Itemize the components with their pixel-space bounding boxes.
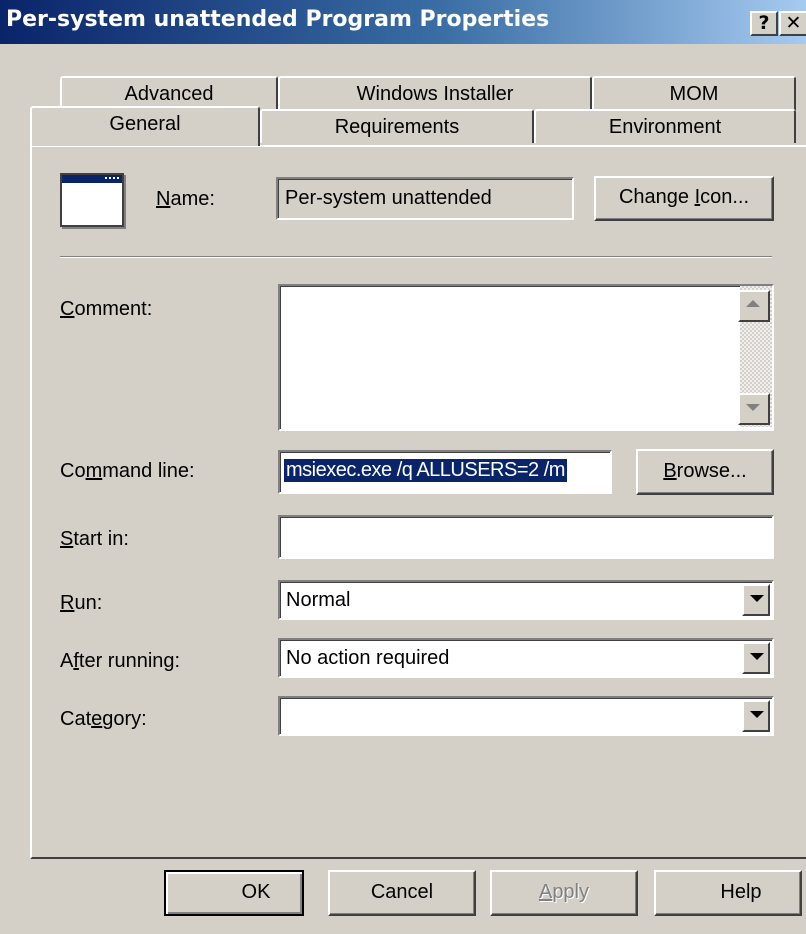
apply-button[interactable]: Apply xyxy=(490,870,638,916)
close-button[interactable]: ✕ xyxy=(779,11,806,36)
run-dropdown[interactable]: Normal xyxy=(278,580,774,620)
command-line-selection: msiexec.exe /q ALLUSERS=2 /m xyxy=(284,459,567,482)
browse-button[interactable]: Browse... xyxy=(636,449,774,495)
tab-environment[interactable]: Environment xyxy=(534,109,796,143)
name-field[interactable]: Per-system unattended xyxy=(276,177,574,220)
tab-general[interactable]: General xyxy=(30,106,260,146)
ok-button[interactable]: OK xyxy=(164,870,304,916)
name-label: Name: xyxy=(156,188,215,210)
tab-panel-general xyxy=(30,145,806,859)
comment-label: Comment: xyxy=(60,298,153,320)
scroll-up-arrow-icon[interactable] xyxy=(738,290,770,322)
after-running-dropdown-arrow-icon[interactable] xyxy=(742,642,770,674)
category-dropdown-arrow-icon[interactable] xyxy=(742,700,770,732)
scroll-down-arrow-icon[interactable] xyxy=(738,393,770,425)
tab-advanced[interactable]: Advanced xyxy=(60,76,278,110)
start-in-input[interactable] xyxy=(278,515,774,559)
after-running-label: After running: xyxy=(60,650,181,672)
tab-mom[interactable]: MOM xyxy=(592,76,796,110)
change-icon-button[interactable]: Change Icon... xyxy=(594,176,774,221)
command-line-label: Command line: xyxy=(60,460,195,482)
run-label: Run: xyxy=(60,592,103,614)
separator-line xyxy=(60,256,772,258)
tab-requirements[interactable]: Requirements xyxy=(260,109,534,143)
help-title-button[interactable]: ? xyxy=(750,11,778,36)
category-dropdown[interactable] xyxy=(278,696,774,736)
cancel-button[interactable]: Cancel xyxy=(328,870,476,916)
comment-textarea[interactable] xyxy=(278,284,774,431)
run-dropdown-arrow-icon[interactable] xyxy=(742,584,770,616)
start-in-label: Start in: xyxy=(60,528,129,550)
help-button[interactable]: Help xyxy=(654,870,802,916)
tab-windows-installer[interactable]: Windows Installer xyxy=(278,76,592,110)
window-title: Per-system unattended Program Properties xyxy=(6,7,550,32)
after-running-dropdown[interactable]: No action required xyxy=(278,638,774,678)
category-label: Category: xyxy=(60,708,147,730)
program-window-icon xyxy=(60,173,124,227)
command-line-input[interactable]: msiexec.exe /q ALLUSERS=2 /m xyxy=(278,450,612,494)
